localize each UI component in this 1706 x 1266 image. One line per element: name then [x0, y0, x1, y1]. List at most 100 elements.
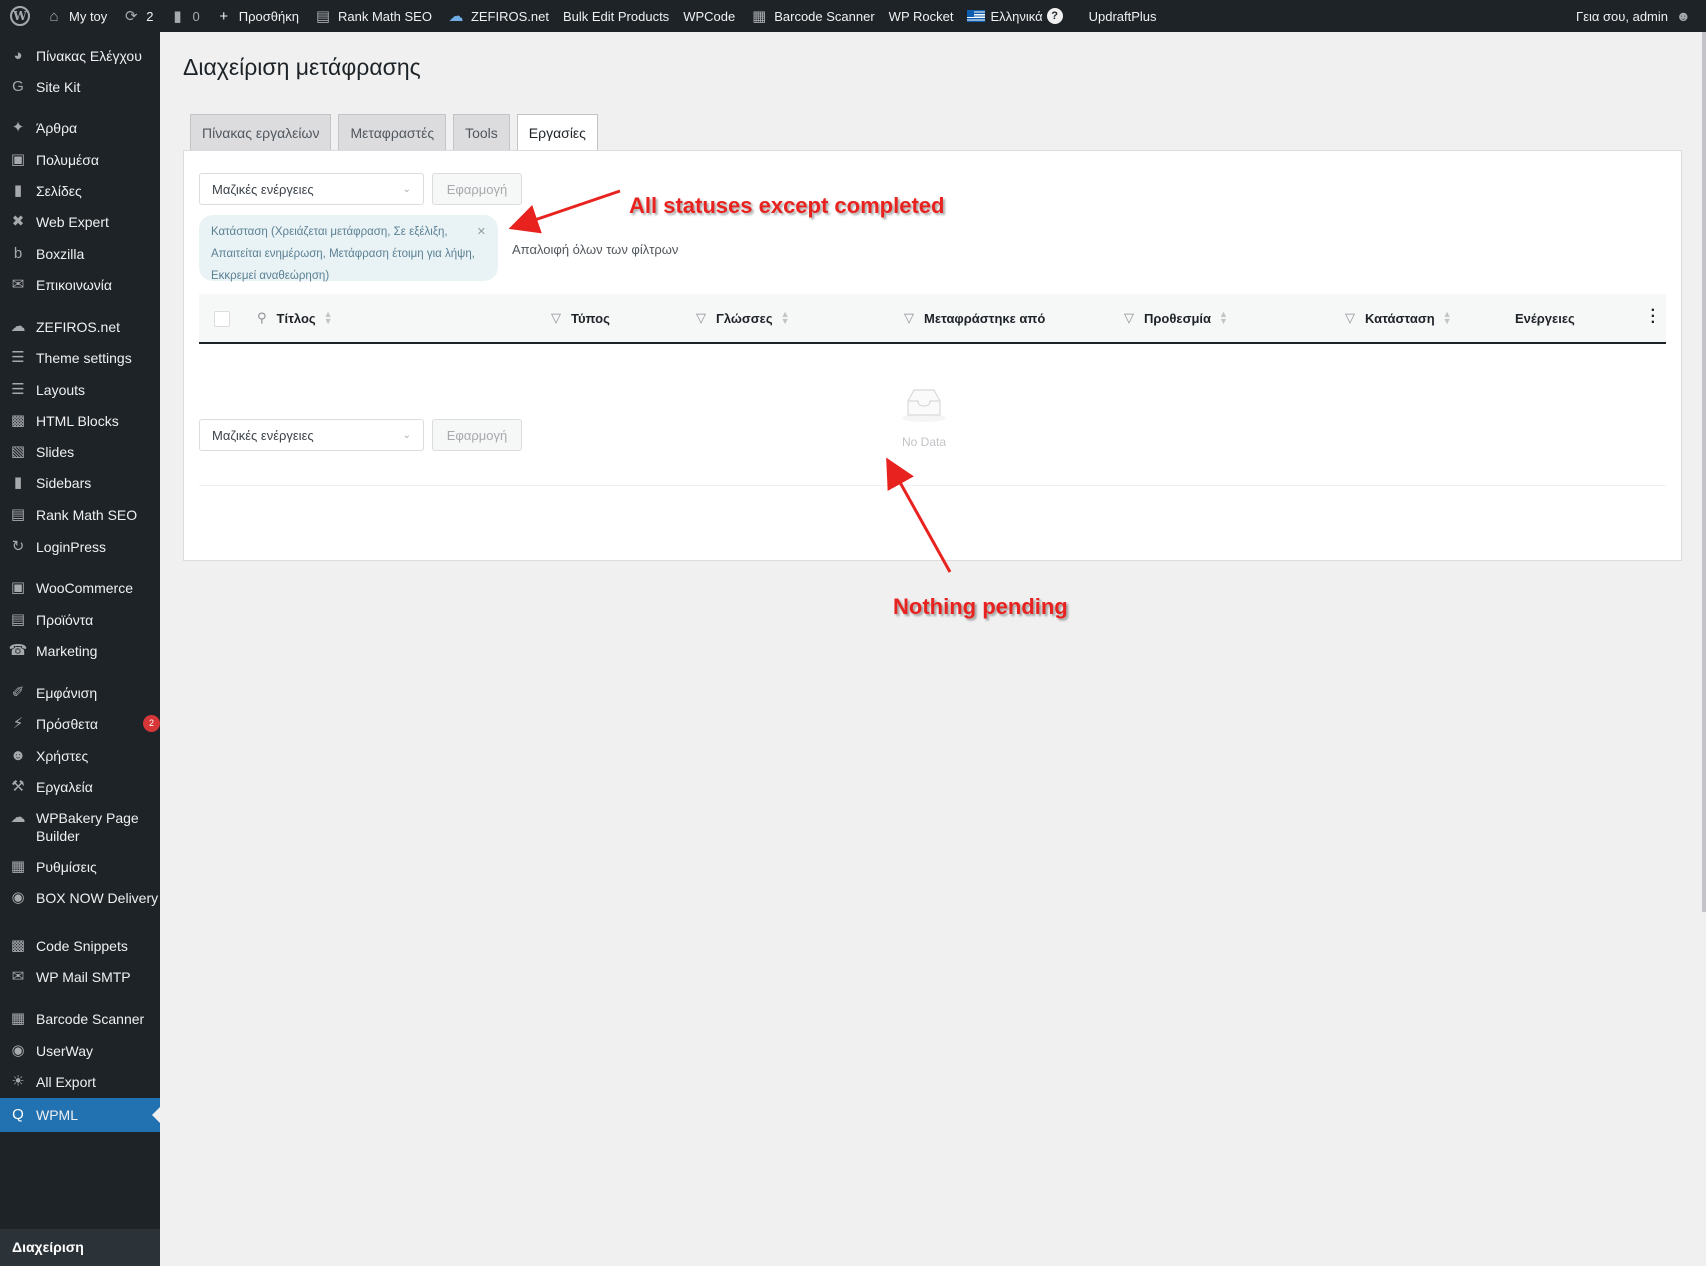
- barcode-label: Barcode Scanner: [774, 8, 875, 24]
- sidebar-item-sidebars[interactable]: ▮ Sidebars: [0, 474, 160, 494]
- bulk-actions-select-top[interactable]: Μαζικές ενέργειες ⌄: [199, 173, 424, 205]
- sidebar-item-wp-mail-smtp[interactable]: ✉ WP Mail SMTP: [0, 968, 160, 988]
- wp-logo-menu[interactable]: W: [0, 0, 37, 32]
- sidebar-item-wpbakery-page-builder[interactable]: ☁ WPBakery Page Builder: [0, 809, 160, 845]
- sidebar-item-πίνακας-ελέγχου[interactable]: ◕ Πίνακας Ελέγχου: [0, 47, 160, 67]
- tab-translators[interactable]: Μεταφραστές: [338, 114, 447, 150]
- rank-math-label: Rank Math SEO: [338, 8, 432, 24]
- sidebar-item-wpml[interactable]: Q WPML: [0, 1098, 160, 1132]
- sidebar-item-επικοινωνία[interactable]: ✉ Επικοινωνία: [0, 276, 160, 296]
- bulk-actions-select-bottom[interactable]: Μαζικές ενέργειες ⌄: [199, 419, 424, 451]
- sort-icon[interactable]: ▲ ▼: [1219, 310, 1228, 326]
- column-translated-by[interactable]: ▽ Μεταφράστηκε από: [904, 294, 1045, 342]
- close-icon[interactable]: ✕: [477, 221, 486, 243]
- status-filter-chip[interactable]: Κατάσταση (Χρειάζεται μετάφραση, Σε εξέλ…: [199, 215, 498, 282]
- bulk-edit-menu[interactable]: Bulk Edit Products: [556, 0, 676, 32]
- column-languages[interactable]: ▽ Γλώσσες ▲ ▼: [696, 294, 790, 342]
- column-deadline[interactable]: ▽ Προθεσμία ▲ ▼: [1124, 294, 1228, 342]
- sidebar-item-box-now-delivery[interactable]: ◉ BOX NOW Delivery: [0, 889, 160, 909]
- filter-icon[interactable]: ▽: [551, 310, 561, 326]
- site-name-menu[interactable]: ⌂ My toy: [37, 0, 114, 32]
- comment-icon: ▮: [173, 8, 182, 25]
- sidebar-item-label: Άρθρα: [36, 120, 78, 136]
- column-status-label: Κατάσταση: [1365, 310, 1435, 326]
- sidebar-item-barcode-scanner[interactable]: ▦ Barcode Scanner: [0, 1010, 160, 1030]
- barcode-menu[interactable]: ▦ Barcode Scanner: [742, 0, 881, 32]
- column-languages-label: Γλώσσες: [716, 310, 773, 326]
- sort-icon[interactable]: ▲ ▼: [324, 310, 333, 326]
- sidebar-item-ρυθμίσεις[interactable]: ▦ Ρυθμίσεις: [0, 858, 160, 878]
- sidebar-item-layouts[interactable]: ☰ Layouts: [0, 381, 160, 401]
- sidebar-item-άρθρα[interactable]: ✦ Άρθρα: [0, 119, 160, 139]
- sidebar-item-code-snippets[interactable]: ▩ Code Snippets: [0, 937, 160, 957]
- sidebar-item-boxzilla[interactable]: b Boxzilla: [0, 245, 160, 265]
- x-mark-icon: ✖: [11, 213, 25, 230]
- new-content-menu[interactable]: + Προσθήκη: [207, 0, 306, 32]
- greeting: Γεια σου, admin: [1576, 8, 1668, 24]
- sidebar-item-zefiros-net[interactable]: ☁ ZEFIROS.net: [0, 318, 160, 338]
- filter-icon[interactable]: ▽: [904, 310, 914, 326]
- sidebar-item-label: Sidebars: [36, 475, 92, 491]
- tab-jobs[interactable]: Εργασίες: [516, 114, 598, 151]
- clear-filters-link[interactable]: Απαλοιφή όλων των φίλτρων: [512, 242, 678, 257]
- sort-icon[interactable]: ▲ ▼: [1443, 310, 1452, 326]
- my-account-menu[interactable]: Γεια σου, admin ☻: [1569, 0, 1706, 32]
- updraftplus-menu[interactable]: UpdraftPlus: [1082, 0, 1164, 32]
- column-status[interactable]: ▽ Κατάσταση ▲ ▼: [1345, 294, 1452, 342]
- comments-menu[interactable]: ▮ 0: [161, 0, 207, 32]
- column-title[interactable]: ⚲ Τίτλος ▲ ▼: [257, 294, 333, 342]
- apply-button-bottom[interactable]: Εφαρμογή: [432, 419, 522, 451]
- wpcode-menu[interactable]: WPCode: [676, 0, 742, 32]
- sidebar-item-εμφάνιση[interactable]: ✐ Εμφάνιση: [0, 684, 160, 704]
- more-options-icon[interactable]: · · ·: [1651, 303, 1656, 331]
- sidebar-item-html-blocks[interactable]: ▩ HTML Blocks: [0, 412, 160, 432]
- slides-icon: ▧: [10, 443, 26, 460]
- filter-icon[interactable]: ▽: [1124, 310, 1134, 326]
- select-all-checkbox[interactable]: [214, 311, 230, 327]
- sidebar-item-userway[interactable]: ◉ UserWay: [0, 1042, 160, 1062]
- tab-dashboard[interactable]: Πίνακας εργαλείων: [190, 114, 332, 150]
- sidebar-item-label: WooCommerce: [36, 580, 133, 596]
- sidebar-item-σελίδες[interactable]: ▮ Σελίδες: [0, 182, 160, 202]
- sidebar-item-all-export[interactable]: ☀ All Export: [0, 1073, 160, 1093]
- wp-rocket-label: WP Rocket: [888, 8, 954, 24]
- update-count-badge: 2: [143, 715, 160, 732]
- woo-icon: ▣: [10, 579, 26, 596]
- language-label: Ελληνικά: [990, 8, 1043, 24]
- sidebar-item-χρήστες[interactable]: ☻ Χρήστες: [0, 747, 160, 767]
- sidebar-item-εργαλεία[interactable]: ⚒ Εργαλεία: [0, 778, 160, 798]
- sidebar-item-slides[interactable]: ▧ Slides: [0, 443, 160, 463]
- sidebar-item-marketing[interactable]: ☎ Marketing: [0, 642, 160, 662]
- apply-button-top[interactable]: Εφαρμογή: [432, 173, 522, 205]
- sidebar-item-πρόσθετα[interactable]: ⚡ Πρόσθετα 2: [0, 715, 160, 735]
- zefiros-menu[interactable]: ☁ ZEFIROS.net: [439, 0, 556, 32]
- accessibility-icon: ◉: [11, 1042, 25, 1059]
- wp-rocket-menu[interactable]: WP Rocket: [882, 0, 961, 32]
- sidebar-item-label: Πολυμέσα: [36, 152, 99, 168]
- sidebar-item-label: ZEFIROS.net: [36, 319, 121, 335]
- sidebar-item-loginpress[interactable]: ↻ LoginPress: [0, 538, 160, 558]
- column-type[interactable]: ▽ Τύπος: [551, 294, 610, 342]
- filter-icon[interactable]: ▽: [1345, 310, 1355, 326]
- avatar-icon: ☻: [1676, 8, 1691, 24]
- sidebar-item-woocommerce[interactable]: ▣ WooCommerce: [0, 579, 160, 599]
- sidebar-item-rank-math-seo[interactable]: ▤ Rank Math SEO: [0, 506, 160, 526]
- sidebar-item-πολυμέσα[interactable]: ▣ Πολυμέσα: [0, 151, 160, 171]
- sidebar-item-label: All Export: [36, 1074, 96, 1090]
- no-data-text: No Data: [901, 435, 947, 449]
- submenu-item-manage[interactable]: Διαχείριση: [12, 1239, 84, 1255]
- rank-math-menu[interactable]: ▤ Rank Math SEO: [306, 0, 439, 32]
- sort-icon[interactable]: ▲ ▼: [781, 310, 790, 326]
- scrollbar[interactable]: [1702, 32, 1706, 912]
- sidebar-item-theme-settings[interactable]: ☰ Theme settings: [0, 349, 160, 369]
- home-icon: ⌂: [49, 7, 59, 25]
- filter-icon[interactable]: ▽: [696, 310, 706, 326]
- sidebar-item-site-kit[interactable]: G Site Kit: [0, 78, 160, 98]
- language-menu[interactable]: Ελληνικά ?: [960, 0, 1069, 32]
- search-icon[interactable]: ⚲: [257, 310, 267, 326]
- sidebar-item-προϊόντα[interactable]: ▤ Προϊόντα: [0, 611, 160, 631]
- tab-tools[interactable]: Tools: [453, 114, 510, 150]
- updates-menu[interactable]: ⟳ 2: [114, 0, 160, 32]
- sidebar-item-web-expert[interactable]: ✖ Web Expert: [0, 213, 160, 233]
- wordpress-icon: W: [10, 6, 30, 26]
